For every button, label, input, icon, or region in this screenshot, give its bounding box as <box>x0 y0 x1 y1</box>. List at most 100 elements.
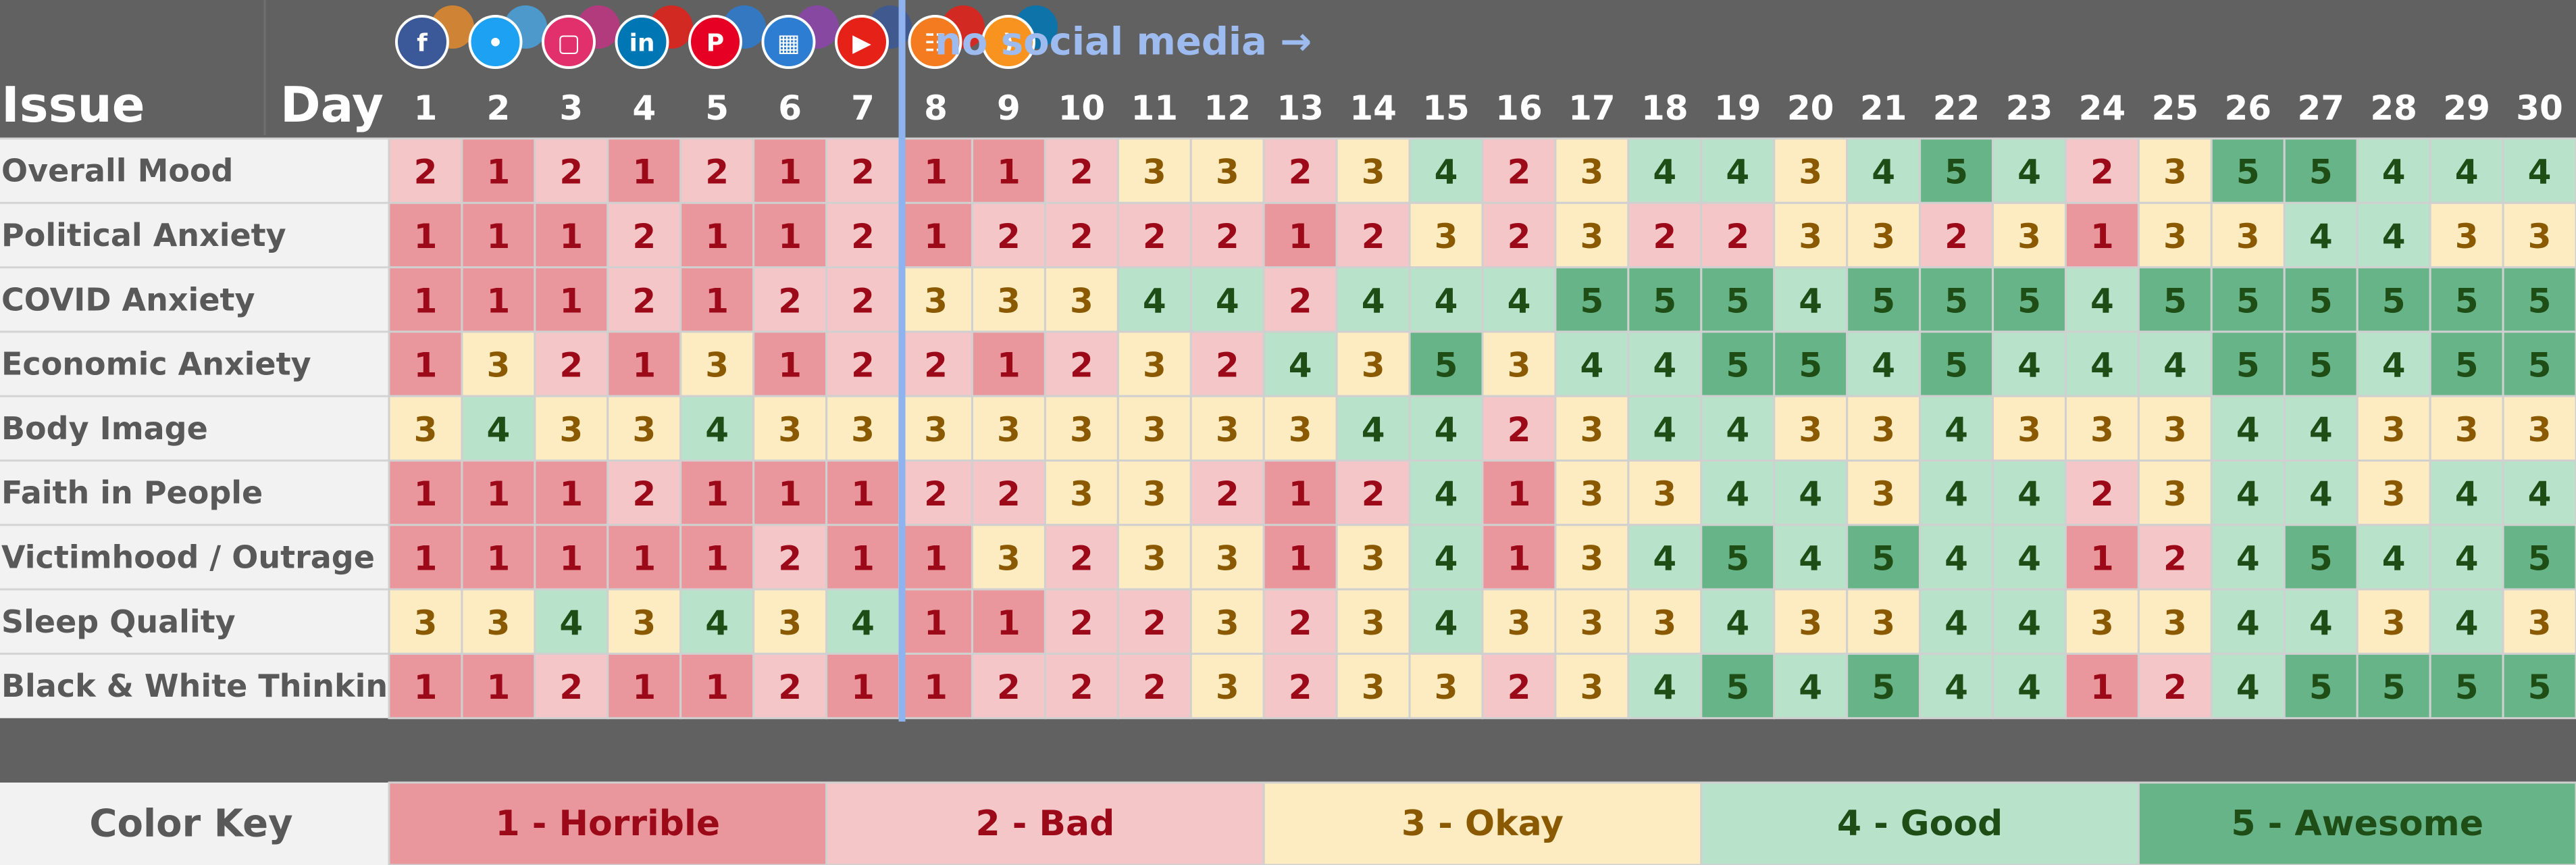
heatmap-cell-value: 1 <box>2090 539 2114 578</box>
day-label: 16 <box>1495 89 1543 128</box>
heatmap-cell-value: 4 <box>2309 217 2333 256</box>
heatmap-cell-value: 3 <box>1143 346 1166 385</box>
heatmap-cell-value: 4 <box>2236 668 2260 707</box>
heatmap-cell-value: 4 <box>1435 153 1458 192</box>
heatmap-cell-value: 3 <box>1362 668 1385 707</box>
heatmap-cell-value: 3 <box>2382 474 2406 514</box>
heatmap-cell-value: 3 <box>2090 410 2114 449</box>
heatmap-cell-value: 5 <box>2309 539 2333 578</box>
heatmap-cell-value: 2 <box>1070 217 1093 256</box>
heatmap-cell-value: 4 <box>1944 410 1968 449</box>
heatmap-cell-value: 5 <box>2528 668 2552 707</box>
heatmap-cell-value: 3 <box>2017 410 2041 449</box>
heatmap-cell-value: 3 <box>2163 603 2187 643</box>
heatmap-cell-value: 1 <box>487 217 511 256</box>
heatmap-cell-value: 1 <box>487 474 511 514</box>
heatmap-cell-value: 1 <box>414 281 438 320</box>
heatmap-cells: 2 1 2 1 2 1 2 1 1 2 3 3 2 3 4 2 3 4 4 3 4 5 4 2 3 5 5 4 4 4 1 1 1 2 1 1 2 1 2 2… <box>388 137 2576 720</box>
heatmap-cell-value: 2 <box>2163 539 2187 578</box>
heatmap-cell-value: 5 <box>1653 281 1676 320</box>
heatmap-cell-value: 1 <box>632 539 656 578</box>
heatmap-cell-value: 5 <box>2163 281 2187 320</box>
heatmap-cell-value: 4 <box>1872 346 1895 385</box>
mood-heatmap-chart: f • ▢ in P ▦ ▶ ☷) no social media → Issue Day 1… <box>0 0 2576 865</box>
heatmap-cell-value: 1 <box>632 346 656 385</box>
color-key: Color Key 1 - Horrible 2 - Bad 3 - Okay 4 - … <box>0 781 2576 865</box>
heatmap-cell-value: 5 <box>1944 153 1968 192</box>
heatmap-cell-value: 3 <box>1580 410 1604 449</box>
heatmap-cell-value: 2 <box>997 668 1021 707</box>
heatmap-cell-value: 5 <box>1580 281 1604 320</box>
heatmap-cell-value: 4 <box>2309 474 2333 514</box>
heatmap-cell-value: 3 <box>1580 668 1604 707</box>
heatmap-cell-value: 4 <box>1435 410 1458 449</box>
heatmap-cell-value: 3 <box>1435 668 1458 707</box>
heatmap-cell-value: 5 <box>1944 281 1968 320</box>
heatmap-cell-value: 3 <box>1799 603 1822 643</box>
heatmap-cell-value: 3 <box>1580 539 1604 578</box>
heatmap-cell-value: 3 <box>1070 281 1093 320</box>
heatmap-cell-value: 3 <box>778 603 802 643</box>
issue-label: COVID Anxiety <box>1 281 255 318</box>
heatmap-cell-value: 1 <box>778 153 802 192</box>
heatmap-cell-value: 3 <box>924 410 948 449</box>
heatmap-cell-value: 3 <box>487 603 511 643</box>
youtube-icon: ▶ <box>835 15 889 69</box>
heatmap-cell-value: 1 <box>487 668 511 707</box>
heatmap-cell-value: 2 <box>1944 217 1968 256</box>
heatmap-cell-value: 5 <box>1726 539 1749 578</box>
heatmap-cell-value: 4 <box>2017 474 2041 514</box>
svg-text:▢: ▢ <box>557 30 580 57</box>
heatmap-cell-value: 4 <box>2455 474 2479 514</box>
heatmap-cell-value: 4 <box>1799 668 1822 707</box>
heatmap-cell-value: 3 <box>2528 217 2552 256</box>
heatmap-cell-value: 4 <box>1435 281 1458 320</box>
heatmap-cell-value: 3 <box>1580 474 1604 514</box>
heatmap-cell-value: 4 <box>2455 603 2479 643</box>
issue-labels: Overall Mood Political Anxiety COVID Anxie… <box>0 137 410 718</box>
heatmap-cell-value: 3 <box>1872 474 1895 514</box>
heatmap-cell-value: 2 <box>1289 603 1312 643</box>
heatmap-cell-value: 3 <box>997 410 1021 449</box>
heatmap-cell-value: 3 <box>1872 603 1895 643</box>
heatmap-cell-value: 1 <box>414 668 438 707</box>
heatmap-cell-value: 2 <box>1653 217 1676 256</box>
heatmap-cell-value: 2 <box>778 281 802 320</box>
heatmap-cell-value: 5 <box>2236 346 2260 385</box>
heatmap-cell-value: 3 <box>1435 217 1458 256</box>
heatmap-cell-value: 4 <box>2236 474 2260 514</box>
heatmap-cell-value: 4 <box>1872 153 1895 192</box>
heatmap-cell-value: 1 <box>559 474 583 514</box>
calendar-icon: ▦ <box>761 15 816 69</box>
heatmap-cell-value: 3 <box>2236 217 2260 256</box>
heatmap-cell-value: 1 <box>778 217 802 256</box>
heatmap-cell-value: 4 <box>2382 153 2406 192</box>
heatmap-cell-value: 3 <box>2163 410 2187 449</box>
heatmap-cell-value: 3 <box>851 410 875 449</box>
heatmap-cell-value: 5 <box>1726 281 1749 320</box>
heatmap-cell-value: 3 <box>1216 410 1239 449</box>
heatmap-cell-value: 2 <box>1070 153 1093 192</box>
heatmap-cell-value: 2 <box>1289 668 1312 707</box>
day-label: 26 <box>2225 89 2272 128</box>
heatmap-cell-value: 3 <box>1799 217 1822 256</box>
heatmap-cell-value: 1 <box>1508 539 1531 578</box>
heatmap-cell-value: 5 <box>2455 668 2479 707</box>
heatmap-cell-value: 2 <box>1070 539 1093 578</box>
heatmap-cell-value: 5 <box>2236 153 2260 192</box>
svg-text:P: P <box>706 30 724 57</box>
day-label: 22 <box>1933 89 1980 128</box>
heatmap-cell-value: 4 <box>2017 603 2041 643</box>
heatmap-cell-value: 4 <box>1216 281 1239 320</box>
social-annotation: no social media → <box>935 20 1312 64</box>
heatmap-cell-value: 2 <box>2163 668 2187 707</box>
day-label: 3 <box>559 89 583 128</box>
heatmap-cell-value: 5 <box>2528 281 2552 320</box>
day-label: 6 <box>778 89 802 128</box>
issue-label: Economic Anxiety <box>1 346 311 382</box>
heatmap-cell-value: 3 <box>2455 410 2479 449</box>
heatmap-cell-value: 1 <box>2090 668 2114 707</box>
heatmap-cell-value: 3 <box>1143 410 1166 449</box>
heatmap-cell-value: 4 <box>1508 281 1531 320</box>
day-label: 4 <box>632 89 656 128</box>
